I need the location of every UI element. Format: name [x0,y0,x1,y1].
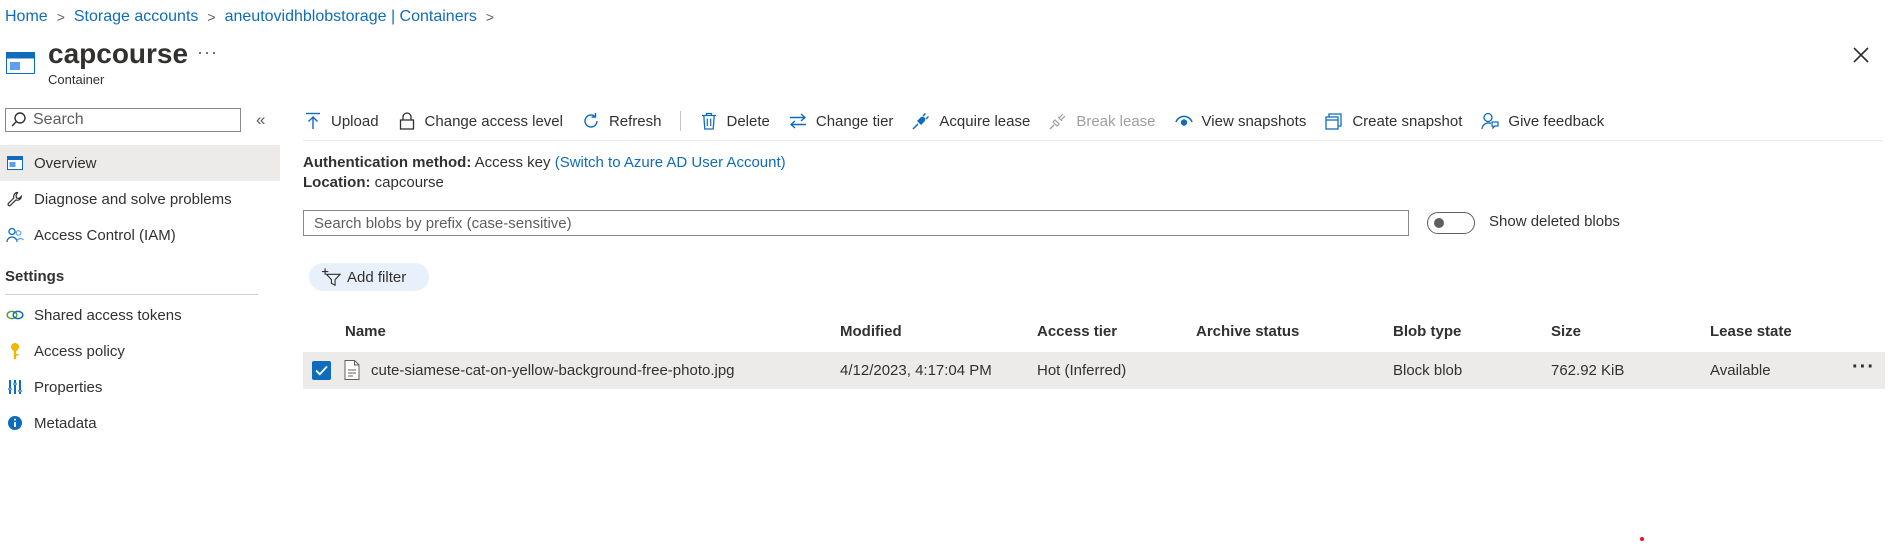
eye-icon [1174,111,1194,131]
breadcrumb-containers[interactable]: aneutovidhblobstorage | Containers [225,8,477,26]
page-subtitle: Container [48,72,105,87]
nav-item-overview[interactable]: Overview [0,145,280,181]
nav-item-label: Access Control (IAM) [34,226,176,244]
toolbar-divider-line [303,140,1883,141]
collapse-nav-button[interactable]: « [256,110,265,130]
trash-icon [699,111,719,131]
refresh-button[interactable]: Refresh [581,111,662,131]
upload-icon [303,111,323,131]
authentication-value: Access key [474,154,551,171]
cell-access-tier: Hot (Inferred) [1037,362,1127,379]
location-value: capcourse [374,174,444,191]
nav-search[interactable] [5,108,241,132]
cell-modified: 4/12/2023, 4:17:04 PM [840,362,992,379]
cell-lease-state: Available [1710,362,1771,379]
toolbar-divider [679,111,681,131]
link-icon [6,306,24,324]
change-access-level-button[interactable]: Change access level [397,111,563,131]
container-icon [6,154,24,172]
chevron-right-icon: > [485,9,495,25]
nav-item-label: Access policy [34,342,125,360]
nav-section-settings: Settings [5,268,65,285]
nav-item-metadata[interactable]: Metadata [0,405,280,441]
chevron-right-icon: > [56,9,65,25]
properties-icon [6,378,24,396]
file-icon [344,360,360,380]
column-header-size[interactable]: Size [1551,323,1581,340]
nav-item-properties[interactable]: Properties [0,369,280,405]
snapshot-icon [1324,111,1344,131]
people-icon [6,226,24,244]
info-icon [6,414,24,432]
authentication-method: Authentication method: Access key (Switc… [303,154,786,171]
wrench-icon [6,190,24,208]
page-title: capcourse [48,38,189,69]
nav-item-diagnose[interactable]: Diagnose and solve problems [0,181,280,217]
nav-item-access-policy[interactable]: Access policy [0,333,280,369]
delete-button[interactable]: Delete [699,111,770,131]
lock-icon [397,111,417,131]
breadcrumb-storage-accounts[interactable]: Storage accounts [74,8,199,26]
swap-arrows-icon [788,111,808,131]
cell-blob-type: Block blob [1393,362,1463,379]
close-icon[interactable] [1850,44,1872,66]
nav-divider [5,294,258,295]
search-icon [11,112,26,127]
nav-search-input[interactable] [31,110,235,130]
break-lease-button[interactable]: Break lease [1048,111,1156,131]
blob-search-input[interactable] [312,213,1396,233]
nav-item-label: Properties [34,378,103,396]
acquire-lease-button[interactable]: Acquire lease [911,111,1030,131]
column-header-blob-type[interactable]: Blob type [1393,323,1461,340]
view-snapshots-button[interactable]: View snapshots [1174,111,1306,131]
change-tier-button[interactable]: Change tier [788,111,893,131]
cell-size: 762.92 KiB [1551,362,1625,379]
toggle-knob [1434,218,1444,228]
container-icon [6,52,35,74]
column-header-modified[interactable]: Modified [840,323,902,340]
nav-item-label: Metadata [34,414,97,432]
breadcrumb-home[interactable]: Home [5,8,48,26]
nav-item-label: Diagnose and solve problems [34,190,232,208]
chevron-right-icon: > [207,9,216,25]
plug-icon [911,111,931,131]
column-header-name[interactable]: Name [345,323,386,340]
breadcrumb: Home > Storage accounts > aneutovidhblob… [5,7,503,27]
cursor-marker [1640,537,1644,541]
location: Location: capcourse [303,174,444,191]
column-header-access-tier[interactable]: Access tier [1037,323,1117,340]
nav-item-iam[interactable]: Access Control (IAM) [0,217,280,253]
add-filter-icon [321,267,341,287]
nav-item-label: Overview [34,154,97,172]
add-filter-button[interactable]: Add filter [309,263,429,291]
refresh-icon [581,111,601,131]
create-snapshot-button[interactable]: Create snapshot [1324,111,1462,131]
unplug-icon [1048,111,1068,131]
row-more-options-button[interactable]: ··· [1852,356,1875,379]
show-deleted-blobs-label: Show deleted blobs [1489,213,1620,230]
show-deleted-blobs-toggle[interactable] [1427,212,1475,234]
nav-item-label: Shared access tokens [34,306,182,324]
command-bar: Upload Change access level Refresh Delet… [303,108,1622,134]
row-checkbox[interactable] [312,361,331,380]
column-header-lease-state[interactable]: Lease state [1710,323,1792,340]
blob-search[interactable] [303,210,1409,236]
more-options-button[interactable]: ··· [197,42,218,63]
blob-name-link[interactable]: cute-siamese-cat-on-yellow-background-fr… [371,362,735,379]
key-icon [6,342,24,360]
give-feedback-button[interactable]: Give feedback [1480,111,1604,131]
nav-item-shared-access-tokens[interactable]: Shared access tokens [0,297,280,333]
switch-auth-link[interactable]: (Switch to Azure AD User Account) [555,154,786,171]
column-header-archive-status[interactable]: Archive status [1196,323,1299,340]
feedback-icon [1480,111,1500,131]
checkmark-icon [315,365,328,376]
upload-button[interactable]: Upload [303,111,379,131]
